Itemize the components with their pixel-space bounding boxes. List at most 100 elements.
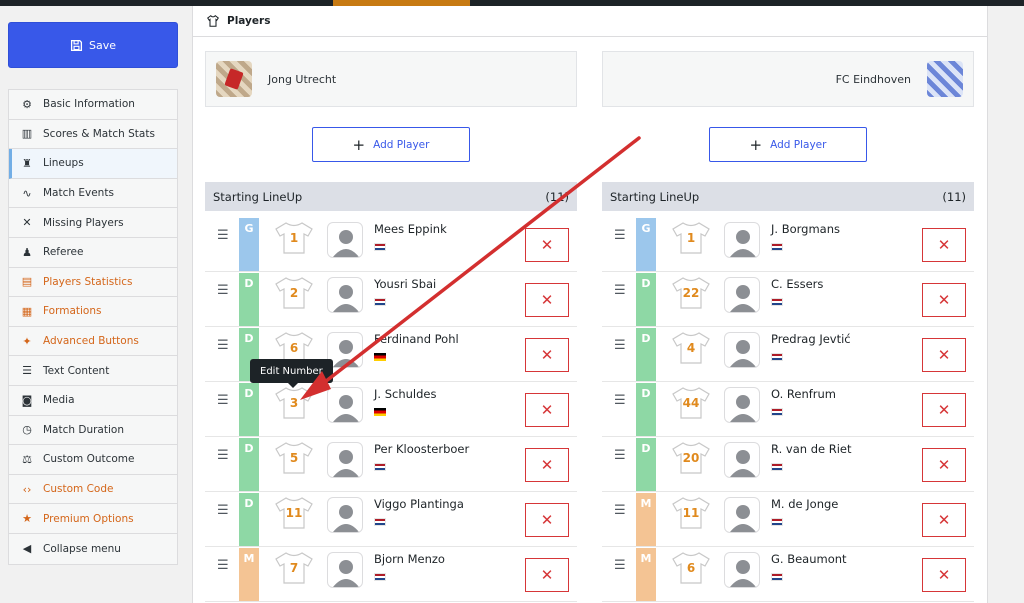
shirt-number-button[interactable]: 11: [671, 496, 711, 530]
remove-player-button[interactable]: ✕: [922, 228, 966, 262]
stopwatch-icon: ◷: [22, 423, 32, 437]
sidebar-item-custom-code[interactable]: ‹› Custom Code: [9, 474, 177, 505]
drag-handle-icon[interactable]: ☰: [614, 228, 626, 243]
sidebar-item-referee[interactable]: ♟ Referee: [9, 237, 177, 268]
drag-handle-icon[interactable]: ☰: [614, 503, 626, 518]
drag-handle-icon[interactable]: ☰: [614, 558, 626, 573]
remove-player-button[interactable]: ✕: [922, 503, 966, 537]
sidebar-item-missing-players[interactable]: ✕ Missing Players: [9, 208, 177, 238]
sidebar-item-collapse-menu[interactable]: ◀ Collapse menu: [9, 533, 177, 564]
sidebar-item-lineups[interactable]: ♜ Lineups: [9, 149, 177, 179]
shirt-number-button[interactable]: 3: [274, 386, 314, 420]
remove-player-button[interactable]: ✕: [525, 338, 569, 372]
sidebar-item-basic-information[interactable]: ⚙ Basic Information: [9, 90, 177, 120]
avatar[interactable]: [327, 387, 363, 423]
shirt-number-button[interactable]: 7: [274, 551, 314, 585]
position-badge: D: [239, 493, 259, 546]
close-icon: ✕: [937, 511, 951, 529]
shirt-number-button[interactable]: 1: [671, 221, 711, 255]
sidebar-item-players-statistics[interactable]: ▤ Players Statistics: [9, 267, 177, 298]
sidebar-item-scores-match-stats[interactable]: ▥ Scores & Match Stats: [9, 119, 177, 150]
person-icon: [333, 230, 359, 257]
drag-handle-icon[interactable]: ☰: [217, 393, 229, 408]
away-lineup-list: ☰ G 1 J. Borgmans ✕ ☰ D 22 C. Essers ✕ ☰ D 4 Predrag …: [602, 217, 974, 602]
shirt-number-button[interactable]: 2: [274, 276, 314, 310]
drag-handle-icon[interactable]: ☰: [217, 338, 229, 353]
player-row: ☰ M 11 M. de Jonge ✕: [602, 492, 974, 547]
avatar[interactable]: [724, 332, 760, 368]
player-name: J. Schuldes: [374, 387, 437, 401]
shirt-number-button[interactable]: 44: [671, 386, 711, 420]
player-name: Ferdinand Pohl: [374, 332, 459, 346]
avatar[interactable]: [327, 497, 363, 533]
remove-player-button[interactable]: ✕: [922, 558, 966, 592]
shirt-number-button[interactable]: 5: [274, 441, 314, 475]
shirt-number: 6: [686, 561, 696, 575]
remove-player-button[interactable]: ✕: [922, 448, 966, 482]
sidebar-item-media[interactable]: ◙ Media: [9, 385, 177, 416]
avatar[interactable]: [724, 442, 760, 478]
shirt-number-button[interactable]: 6: [671, 551, 711, 585]
close-icon: ✕: [540, 291, 554, 309]
avatar[interactable]: [327, 552, 363, 588]
drag-handle-icon[interactable]: ☰: [217, 228, 229, 243]
avatar[interactable]: [724, 497, 760, 533]
shirt-number-button[interactable]: 11: [274, 496, 314, 530]
player-name: R. van de Riet: [771, 442, 852, 456]
save-button[interactable]: Save: [8, 22, 178, 68]
avatar[interactable]: [327, 277, 363, 313]
avatar[interactable]: [724, 277, 760, 313]
drag-handle-icon[interactable]: ☰: [217, 503, 229, 518]
sidebar-item-text-content[interactable]: ☰ Text Content: [9, 356, 177, 386]
avatar[interactable]: [327, 442, 363, 478]
player-name: Bjorn Menzo: [374, 552, 445, 566]
text-icon: ☰: [22, 364, 32, 378]
avatar[interactable]: [724, 552, 760, 588]
away-team-name: FC Eindhoven: [835, 72, 911, 86]
shirt-number-button[interactable]: 1: [274, 221, 314, 255]
remove-player-button[interactable]: ✕: [922, 338, 966, 372]
drag-handle-icon[interactable]: ☰: [217, 558, 229, 573]
close-icon: ✕: [540, 346, 554, 364]
away-add-player-button[interactable]: + Add Player: [709, 127, 867, 162]
sidebar-item-premium-options[interactable]: ★ Premium Options: [9, 504, 177, 534]
close-icon: ✕: [937, 401, 951, 419]
remove-player-button[interactable]: ✕: [525, 503, 569, 537]
drag-handle-icon[interactable]: ☰: [614, 448, 626, 463]
remove-player-button[interactable]: ✕: [525, 558, 569, 592]
remove-player-button[interactable]: ✕: [525, 283, 569, 317]
avatar[interactable]: [724, 222, 760, 258]
remove-player-button[interactable]: ✕: [525, 448, 569, 482]
shirt-number: 4: [686, 341, 696, 355]
avatar[interactable]: [724, 387, 760, 423]
shirt-number-button[interactable]: 22: [671, 276, 711, 310]
shirt-number: 3: [289, 396, 299, 410]
drag-handle-icon[interactable]: ☰: [614, 393, 626, 408]
drag-handle-icon[interactable]: ☰: [614, 283, 626, 298]
player-name: M. de Jonge: [771, 497, 839, 511]
drag-handle-icon[interactable]: ☰: [217, 283, 229, 298]
home-add-player-button[interactable]: + Add Player: [312, 127, 470, 162]
drag-handle-icon[interactable]: ☰: [614, 338, 626, 353]
close-icon: ✕: [540, 236, 554, 254]
users-icon: ♟: [22, 245, 32, 259]
shirt-number: 6: [289, 341, 299, 355]
sidebar-item-match-events[interactable]: ∿ Match Events: [9, 178, 177, 209]
drag-handle-icon[interactable]: ☰: [217, 448, 229, 463]
player-row: ☰ D 5 Per Kloosterboer ✕: [205, 437, 577, 492]
shirt-number: 22: [682, 286, 700, 300]
shirt-number-button[interactable]: 20: [671, 441, 711, 475]
remove-player-button[interactable]: ✕: [525, 393, 569, 427]
shirt-number-button[interactable]: 4: [671, 331, 711, 365]
sidebar-item-custom-outcome[interactable]: ⚖ Custom Outcome: [9, 445, 177, 475]
sidebar-item-advanced-buttons[interactable]: ✦ Advanced Buttons: [9, 326, 177, 357]
sidebar-item-match-duration[interactable]: ◷ Match Duration: [9, 415, 177, 446]
remove-player-button[interactable]: ✕: [525, 228, 569, 262]
netherlands-flag-icon: [771, 518, 783, 526]
player-row: ☰ D 3 J. Schuldes ✕: [205, 382, 577, 437]
avatar[interactable]: [327, 222, 363, 258]
netherlands-flag-icon: [771, 353, 783, 361]
remove-player-button[interactable]: ✕: [922, 283, 966, 317]
sidebar-item-formations[interactable]: ▦ Formations: [9, 297, 177, 327]
remove-player-button[interactable]: ✕: [922, 393, 966, 427]
